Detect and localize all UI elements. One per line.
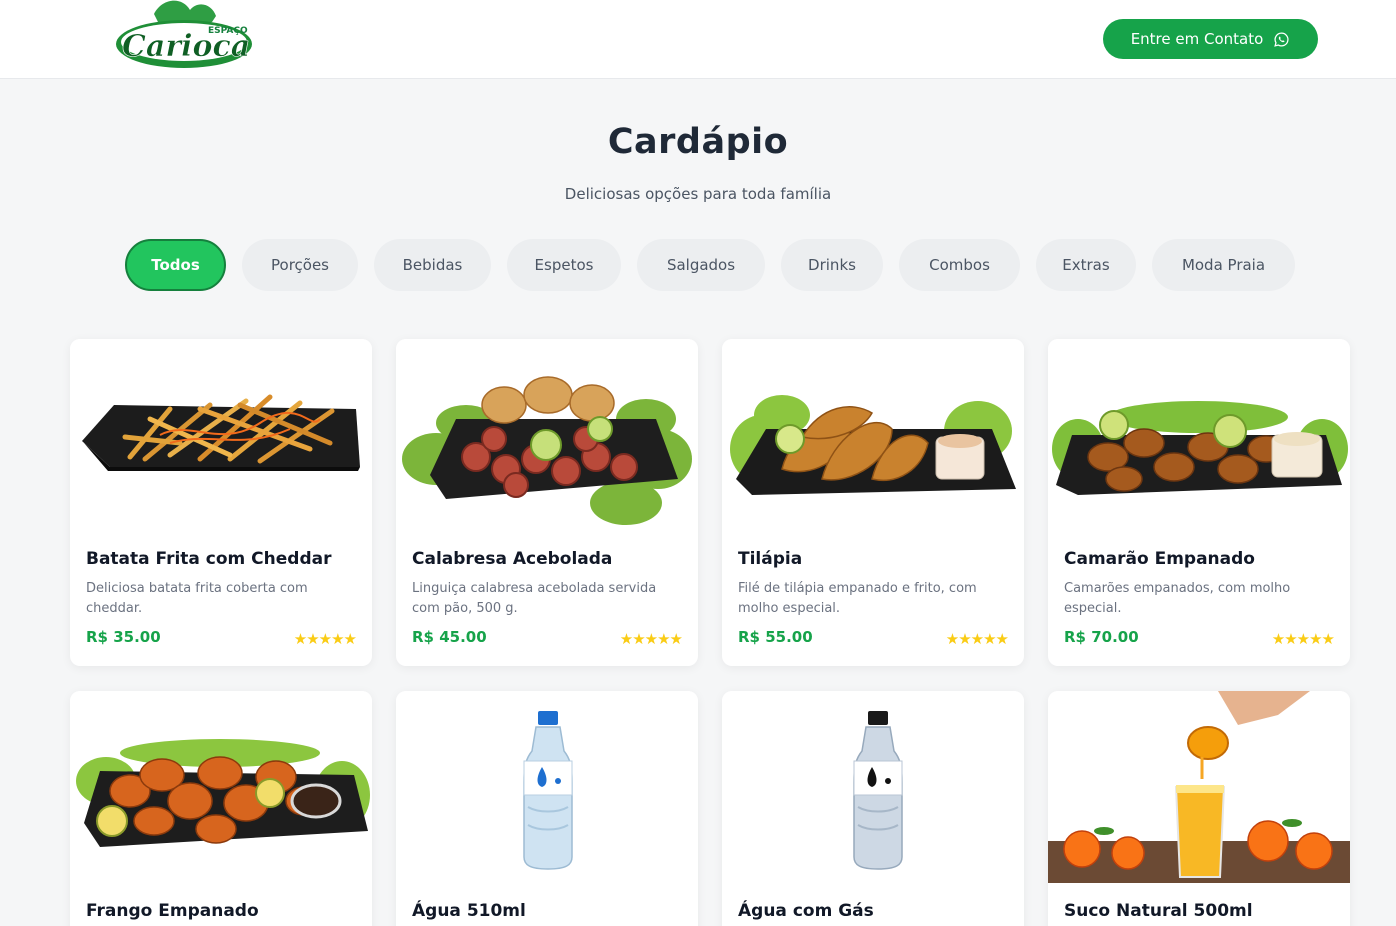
whatsapp-icon (1274, 31, 1289, 47)
page-title: Cardápio (607, 122, 789, 162)
product-name: Calabresa Acebolada (412, 549, 613, 569)
tab-moda-praia[interactable]: Moda Praia (1152, 239, 1295, 291)
product-price: R$ 35.00 (86, 628, 161, 646)
site-header: ESPAÇO Carioca Entre em Contato (0, 0, 1396, 79)
product-image-calabresa (396, 339, 698, 531)
tab-drinks[interactable]: Drinks (781, 239, 883, 291)
product-description: Linguiça calabresa acebolada servida com… (412, 581, 657, 616)
product-card[interactable]: Água 510ml (396, 691, 698, 926)
product-name: Água 510ml (412, 901, 526, 921)
product-price: R$ 70.00 (1064, 628, 1139, 646)
tab-combos[interactable]: Combos (899, 239, 1020, 291)
rating-stars-icon: ★★★★★ (619, 630, 683, 648)
product-image-tilapia (722, 339, 1024, 531)
product-card[interactable]: Calabresa Acebolada Linguiça calabresa a… (396, 339, 698, 666)
contact-button[interactable]: Entre em Contato (1103, 19, 1318, 59)
rating-stars-icon: ★★★★★ (293, 630, 357, 648)
product-name: Água com Gás (738, 901, 874, 921)
product-card[interactable]: Água com Gás (722, 691, 1024, 926)
product-description: Filé de tilápia empanado e frito, com mo… (738, 581, 977, 616)
product-card[interactable]: Tilápia Filé de tilápia empanado e frito… (722, 339, 1024, 666)
product-name: Camarão Empanado (1064, 549, 1255, 569)
rating-stars-icon: ★★★★★ (1271, 630, 1335, 648)
product-description: Camarões empanados, com molho especial. (1064, 581, 1291, 616)
product-card[interactable]: Suco Natural 500ml (1048, 691, 1350, 926)
product-price: R$ 55.00 (738, 628, 813, 646)
contact-button-label: Entre em Contato (1130, 30, 1264, 48)
product-name: Frango Empanado (86, 901, 259, 921)
tab-bebidas[interactable]: Bebidas (374, 239, 491, 291)
product-card[interactable]: Camarão Empanado Camarões empanados, com… (1048, 339, 1350, 666)
product-description: Deliciosa batata frita coberta com chedd… (86, 581, 308, 616)
product-name: Suco Natural 500ml (1064, 901, 1253, 921)
product-image-batata-frita (70, 339, 372, 531)
product-image-suco-natural (1048, 691, 1350, 883)
product-image-frango-empanado (70, 691, 372, 883)
product-image-camarao (1048, 339, 1350, 531)
product-image-agua-com-gas (722, 691, 1024, 883)
tab-extras[interactable]: Extras (1036, 239, 1136, 291)
svg-text:Carioca: Carioca (122, 29, 250, 64)
tab-salgados[interactable]: Salgados (637, 239, 765, 291)
product-name: Batata Frita com Cheddar (86, 549, 332, 569)
rating-stars-icon: ★★★★★ (945, 630, 1009, 648)
product-image-agua (396, 691, 698, 883)
tab-todos[interactable]: Todos (125, 239, 226, 291)
product-name: Tilápia (738, 549, 803, 569)
product-card[interactable]: Batata Frita com Cheddar Deliciosa batat… (70, 339, 372, 666)
page-subtitle: Deliciosas opções para toda família (564, 185, 832, 203)
tab-porcoes[interactable]: Porções (242, 239, 358, 291)
product-card[interactable]: Frango Empanado (70, 691, 372, 926)
tab-espetos[interactable]: Espetos (507, 239, 621, 291)
product-price: R$ 45.00 (412, 628, 487, 646)
espaco-carioca-logo[interactable]: ESPAÇO Carioca (112, 0, 252, 72)
